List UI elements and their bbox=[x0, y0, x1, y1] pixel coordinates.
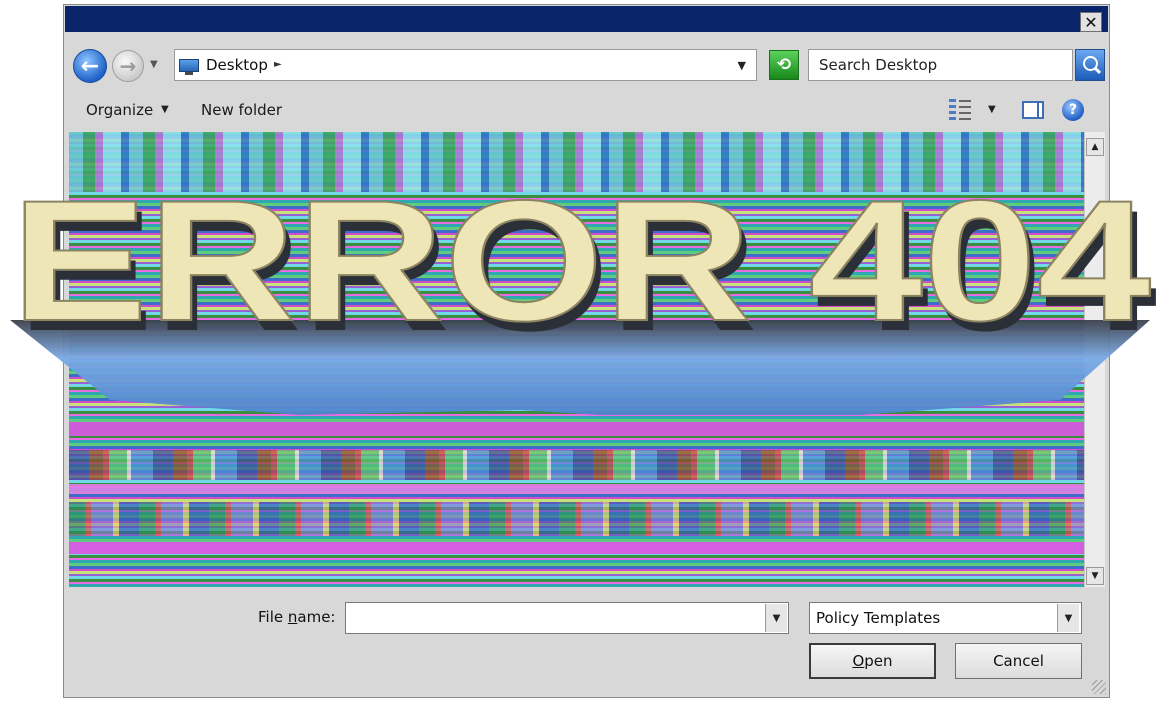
search-placeholder: Search Desktop bbox=[819, 56, 938, 74]
address-dropdown-icon[interactable]: ▼ bbox=[738, 59, 746, 72]
file-open-dialog: ✕ ← → ▼ Desktop ► ▼ ⟲ Search Desktop Org… bbox=[63, 4, 1110, 698]
views-dropdown-icon[interactable]: ▼ bbox=[988, 104, 996, 115]
chevron-down-icon: ▼ bbox=[1064, 612, 1073, 624]
history-dropdown-icon[interactable]: ▼ bbox=[150, 59, 158, 70]
vertical-scrollbar[interactable]: ▲ ▼ bbox=[1084, 132, 1105, 587]
scroll-down-button[interactable]: ▼ bbox=[1086, 567, 1104, 585]
file-name-input[interactable] bbox=[345, 602, 789, 634]
file-name-dropdown[interactable]: ▼ bbox=[765, 604, 787, 632]
file-type-dropdown[interactable]: ▼ bbox=[1057, 604, 1079, 632]
title-bar: ✕ bbox=[65, 6, 1108, 32]
file-type-select[interactable]: Policy Templates bbox=[809, 602, 1082, 634]
scroll-up-button[interactable]: ▲ bbox=[1086, 138, 1104, 156]
refresh-button[interactable]: ⟲ bbox=[769, 50, 799, 80]
preview-pane-icon[interactable] bbox=[1022, 101, 1044, 119]
refresh-icon: ⟲ bbox=[776, 55, 792, 75]
glitch-band bbox=[69, 422, 1084, 436]
new-folder-button[interactable]: New folder bbox=[201, 101, 282, 119]
file-list-area[interactable] bbox=[69, 132, 1084, 587]
back-arrow-icon: ← bbox=[80, 53, 100, 79]
organize-dropdown-icon[interactable]: ▼ bbox=[161, 104, 169, 115]
glitch-band bbox=[69, 484, 1084, 494]
address-row: ← → ▼ Desktop ► ▼ ⟲ Search Desktop bbox=[64, 37, 1109, 89]
resize-grip-icon[interactable] bbox=[1092, 680, 1106, 694]
breadcrumb-arrow-icon[interactable]: ► bbox=[274, 59, 282, 70]
chevron-down-icon: ▼ bbox=[1091, 571, 1099, 581]
cancel-button[interactable]: Cancel bbox=[955, 643, 1082, 679]
glitch-texture bbox=[69, 132, 1084, 192]
change-view-icon[interactable] bbox=[949, 99, 971, 121]
address-location[interactable]: Desktop bbox=[206, 56, 268, 74]
file-name-label: File name: bbox=[258, 608, 336, 626]
forward-arrow-icon: → bbox=[119, 54, 137, 78]
search-icon[interactable] bbox=[1075, 49, 1105, 81]
desktop-icon bbox=[179, 59, 199, 75]
glitch-band bbox=[69, 542, 1084, 554]
close-icon: ✕ bbox=[1084, 12, 1098, 32]
help-icon[interactable]: ? bbox=[1062, 99, 1084, 121]
back-button[interactable]: ← bbox=[73, 49, 107, 83]
search-input[interactable]: Search Desktop bbox=[808, 49, 1073, 81]
glitch-band bbox=[69, 502, 1084, 536]
glitch-band bbox=[69, 450, 1084, 480]
command-toolbar: Organize ▼ New folder ▼ ? bbox=[64, 91, 1109, 129]
close-button[interactable]: ✕ bbox=[1080, 12, 1102, 32]
chevron-down-icon: ▼ bbox=[772, 612, 781, 624]
organize-button[interactable]: Organize bbox=[86, 101, 153, 119]
open-button[interactable]: Open bbox=[809, 643, 936, 679]
file-type-value: Policy Templates bbox=[816, 609, 941, 627]
forward-button[interactable]: → bbox=[112, 50, 144, 82]
chevron-up-icon: ▲ bbox=[1091, 142, 1099, 152]
address-bar[interactable]: Desktop ► ▼ bbox=[174, 49, 757, 81]
